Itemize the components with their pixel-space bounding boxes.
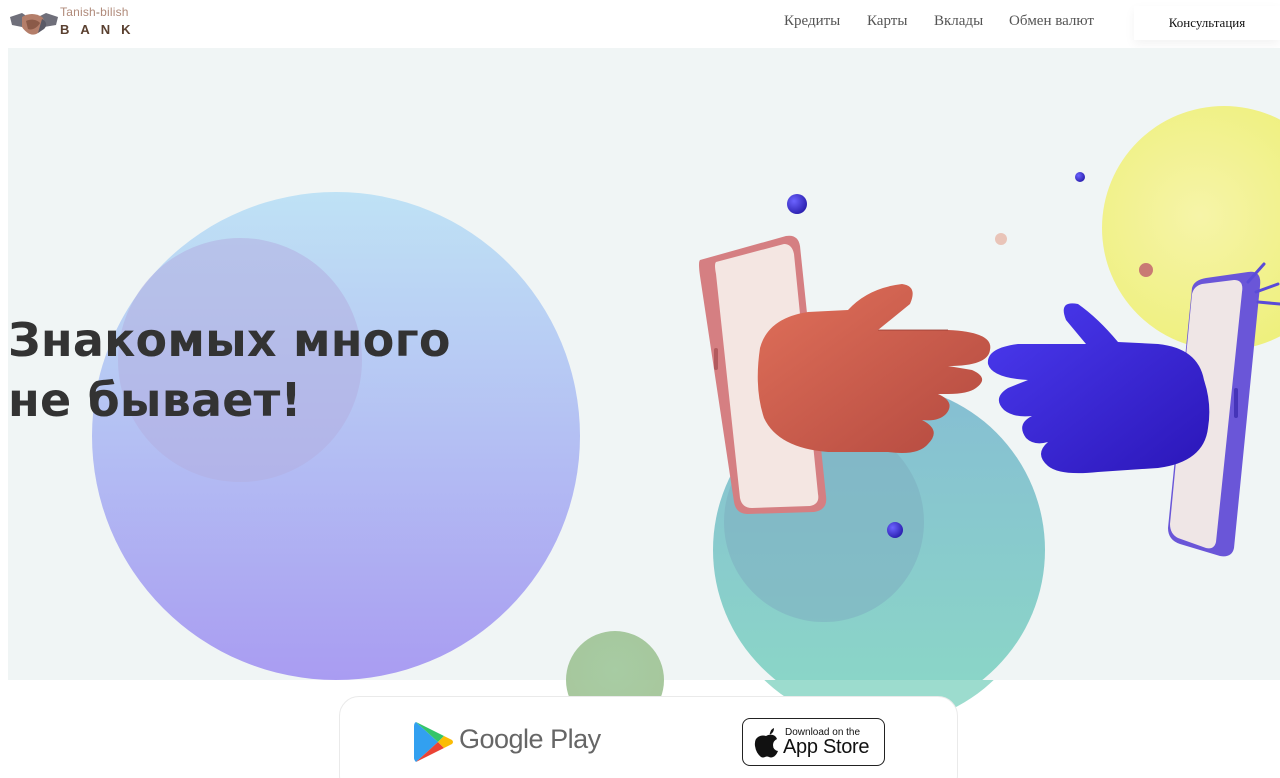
handshake-logo-icon: [10, 13, 58, 35]
apple-icon: [754, 728, 778, 758]
headline-line-2: не бывает!: [8, 373, 302, 427]
nav-item-cards[interactable]: Карты: [867, 13, 907, 30]
hero-headline: Знакомых много не бывает!: [8, 310, 451, 430]
nav-item-deposits[interactable]: Вклады: [934, 13, 983, 30]
hero-banner: Знакомых много не бывает!: [8, 48, 1280, 680]
dot-pink-1: [995, 233, 1007, 245]
dot-blue-3: [887, 522, 903, 538]
logo-bank-text: BANK: [60, 22, 142, 37]
google-play-badge[interactable]: Google Play: [414, 718, 604, 766]
headline-line-1: Знакомых много: [8, 313, 451, 367]
google-play-icon: [414, 722, 453, 762]
dot-pink-2: [1139, 263, 1153, 277]
dot-blue-1: [787, 194, 807, 214]
nav-item-currency-exchange[interactable]: Обмен валют: [1009, 13, 1094, 30]
nav-item-credits[interactable]: Кредиты: [784, 13, 840, 30]
consultation-button[interactable]: Консультация: [1134, 6, 1280, 40]
google-play-label: Google Play: [459, 724, 601, 754]
dot-blue-2: [1075, 172, 1085, 182]
app-store-big-label: App Store: [783, 736, 870, 758]
app-store-badge[interactable]: Download on the App Store: [742, 718, 885, 766]
logo-top-text: Tanish-bilish: [60, 5, 129, 19]
site-header: Tanish-bilish BANK Кредиты Карты Вклады …: [0, 0, 1280, 48]
bank-logo[interactable]: Tanish-bilish BANK: [8, 5, 148, 41]
